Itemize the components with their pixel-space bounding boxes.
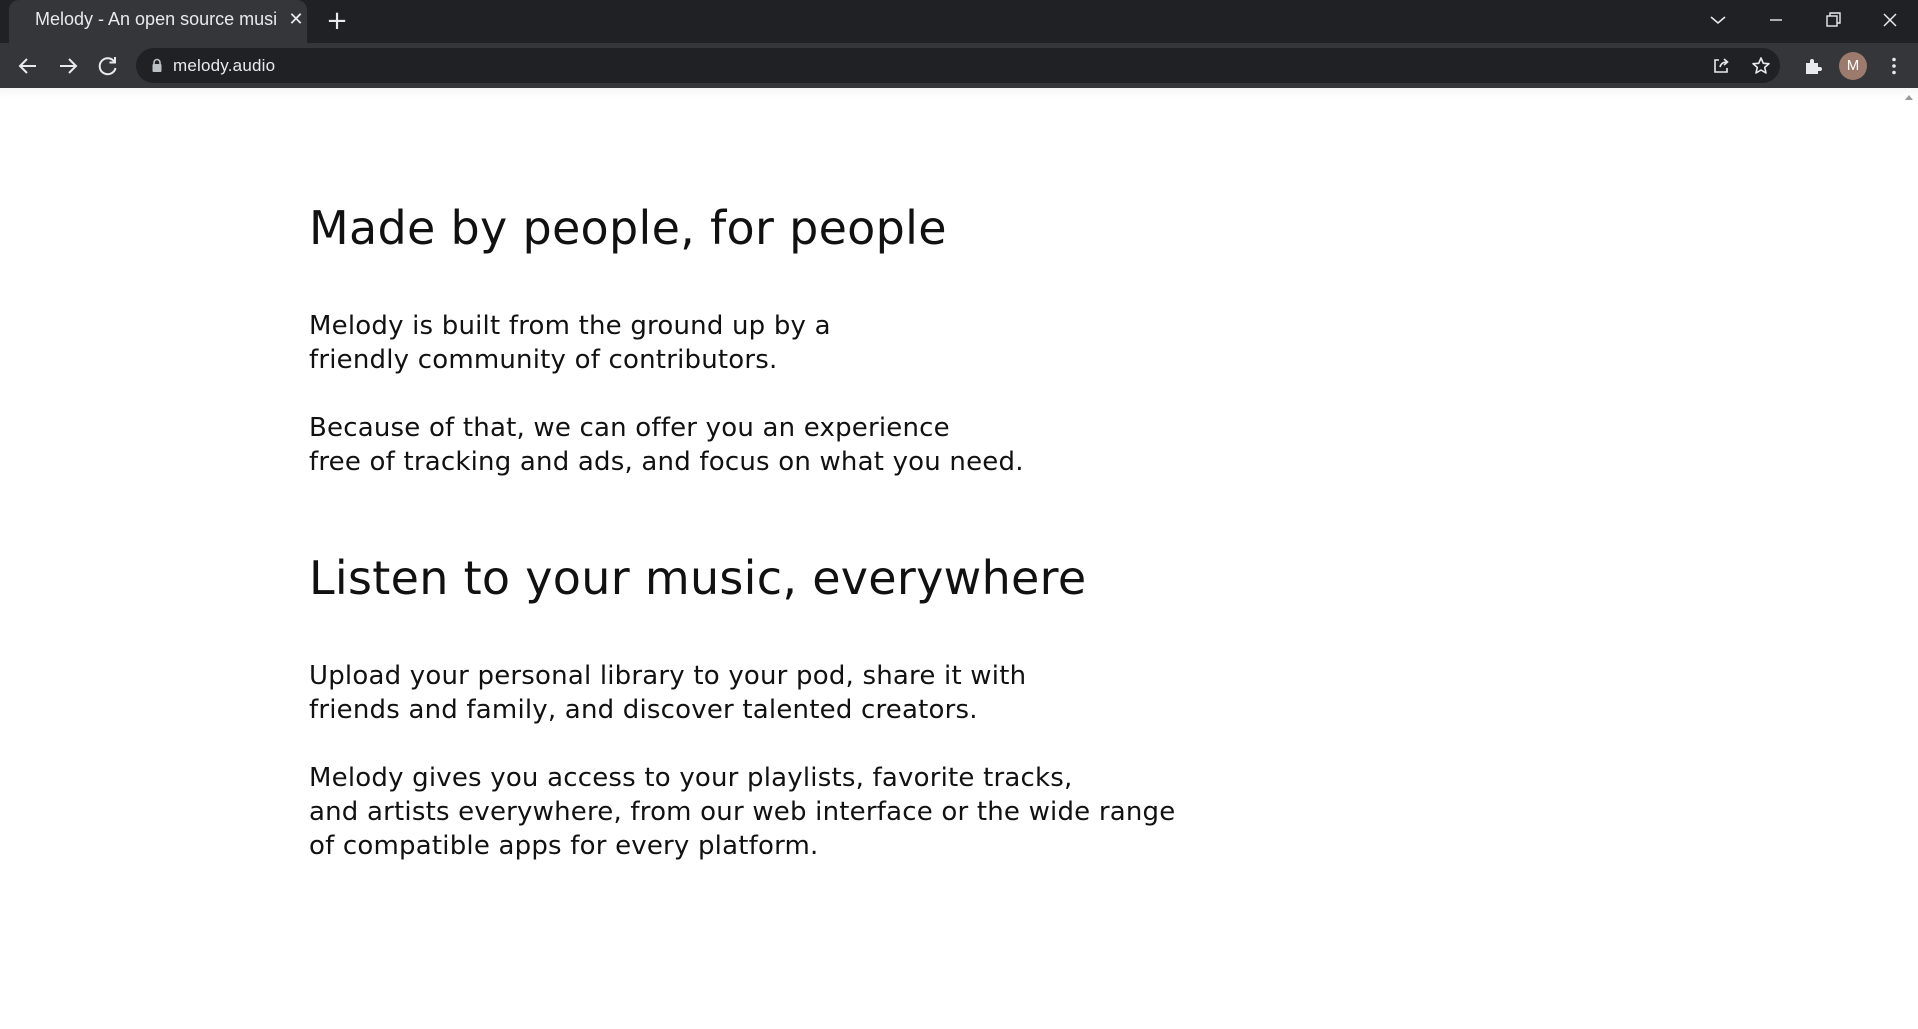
section-made-by-people: Made by people, for people Melody is bui…	[309, 200, 1209, 479]
tab-strip: Melody - An open source musi ✕ +	[0, 0, 1918, 43]
section-listen-everywhere: Listen to your music, everywhere Upload …	[309, 550, 1209, 863]
share-icon[interactable]	[1709, 54, 1733, 78]
address-bar[interactable]: melody.audio	[136, 48, 1780, 83]
url-text[interactable]: melody.audio	[173, 56, 275, 76]
minimize-icon[interactable]	[1756, 6, 1796, 34]
browser-toolbar: melody.audio M	[0, 43, 1918, 88]
back-arrow-icon[interactable]	[12, 50, 44, 82]
paragraph: Melody gives you access to your playlist…	[309, 763, 1176, 861]
close-window-icon[interactable]	[1870, 6, 1910, 34]
main-content: Made by people, for people Melody is bui…	[309, 200, 1209, 863]
paragraph: Upload your personal library to your pod…	[309, 661, 1027, 725]
paragraph: Because of that, we can offer you an exp…	[309, 413, 1024, 477]
more-menu-icon[interactable]	[1882, 54, 1906, 78]
extensions-puzzle-icon[interactable]	[1801, 54, 1825, 78]
section-title: Listen to your music, everywhere	[309, 551, 1087, 605]
page-viewport[interactable]: Made by people, for people Melody is bui…	[0, 88, 1918, 1029]
new-tab-icon[interactable]: +	[324, 8, 350, 35]
close-tab-icon[interactable]: ✕	[285, 9, 307, 31]
paragraph: Melody is built from the ground up by a …	[309, 311, 831, 375]
tab-title: Melody - An open source musi	[35, 9, 278, 29]
tab-search-chevron-icon[interactable]	[1698, 6, 1738, 34]
scroll-up-arrow-icon[interactable]	[1904, 92, 1914, 102]
browser-tab-active[interactable]: Melody - An open source musi ✕	[9, 0, 307, 43]
bookmark-star-icon[interactable]	[1749, 54, 1773, 78]
lock-icon[interactable]	[150, 58, 164, 73]
reload-icon[interactable]	[92, 50, 124, 82]
forward-arrow-icon[interactable]	[52, 50, 84, 82]
section-title: Made by people, for people	[309, 201, 947, 255]
profile-avatar[interactable]: M	[1839, 52, 1867, 80]
restore-icon[interactable]	[1813, 6, 1853, 34]
